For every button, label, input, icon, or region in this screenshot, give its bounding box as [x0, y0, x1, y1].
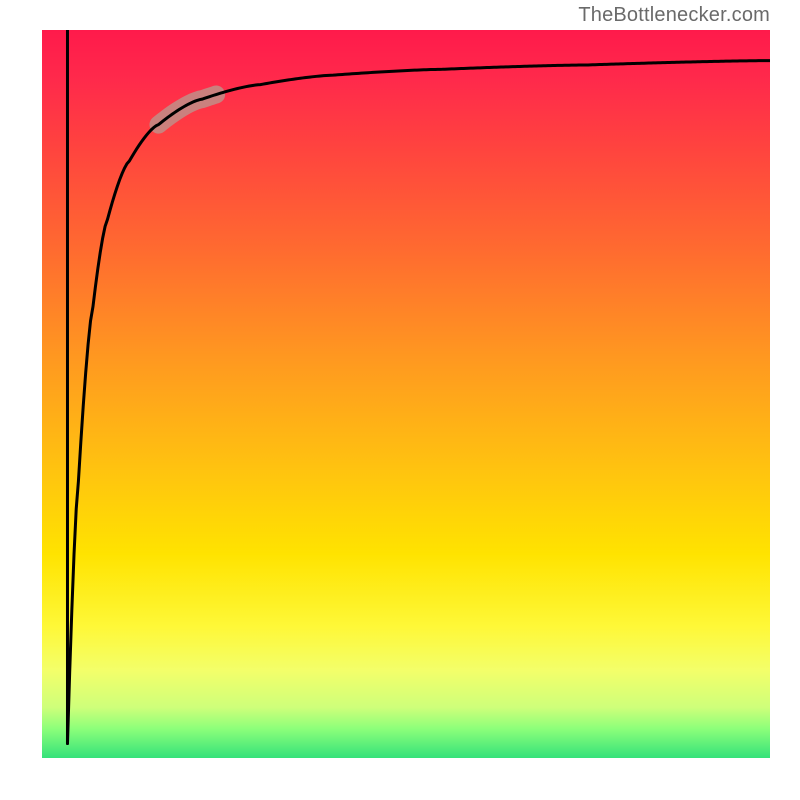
highlight-segment: [158, 95, 216, 125]
source-attribution: TheBottlenecker.com: [578, 4, 770, 27]
plot-area: [42, 30, 770, 758]
chart-stage: TheBottlenecker.com: [0, 0, 800, 800]
curve-svg-layer: [42, 30, 770, 758]
series-rise-curve: [67, 61, 770, 744]
